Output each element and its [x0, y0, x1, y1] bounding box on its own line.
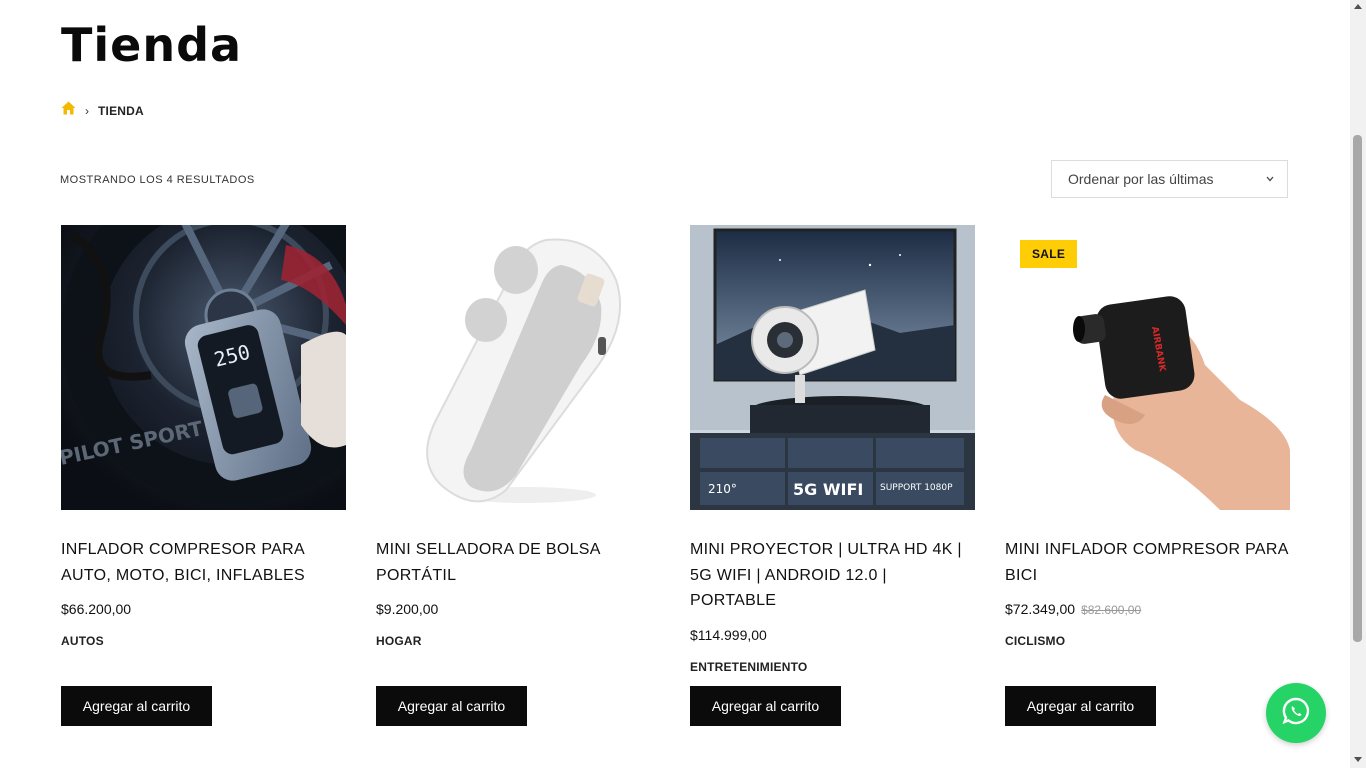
- product-price: $66.200,00: [61, 601, 346, 617]
- product-image-bag-sealer[interactable]: [376, 225, 661, 510]
- product-title[interactable]: MINI PROYECTOR | ULTRA HD 4K | 5G WIFI |…: [690, 537, 975, 614]
- product-card: MINI SELLADORA DE BOLSA PORTÁTIL $9.200,…: [376, 225, 661, 648]
- price-current: $66.200,00: [61, 601, 132, 617]
- product-category[interactable]: HOGAR: [376, 634, 661, 648]
- home-icon[interactable]: [61, 101, 76, 120]
- product-card: PILOT SPORT · MICHELIN 250 INFLADOR COMP…: [61, 225, 346, 648]
- product-price: $9.200,00: [376, 601, 661, 617]
- chevron-down-icon: [1265, 172, 1275, 189]
- breadcrumb-current: TIENDA: [98, 103, 144, 118]
- product-card: AIRBANK SALE MINI INFLADOR COMPRESOR PAR…: [1005, 225, 1290, 648]
- breadcrumb-separator: ›: [85, 103, 89, 118]
- product-category[interactable]: AUTOS: [61, 634, 346, 648]
- ordering-select[interactable]: Ordenar por las últimas: [1051, 160, 1288, 198]
- whatsapp-chat-button[interactable]: [1266, 683, 1326, 743]
- price-old: $82.600,00: [1081, 603, 1142, 617]
- product-title[interactable]: INFLADOR COMPRESOR PARA AUTO, MOTO, BICI…: [61, 537, 346, 588]
- add-to-cart-button[interactable]: Agregar al carrito: [690, 686, 841, 726]
- product-category[interactable]: ENTRETENIMIENTO: [690, 660, 975, 674]
- scrollbar-thumb[interactable]: [1353, 135, 1362, 642]
- price-current: $72.349,00: [1005, 601, 1076, 617]
- add-to-cart-button[interactable]: Agregar al carrito: [1005, 686, 1156, 726]
- product-image-projector[interactable]: 210° 5G WIFI SUPPORT 1080P: [690, 225, 975, 510]
- product-card: 210° 5G WIFI SUPPORT 1080P MINI PROYECTO…: [690, 225, 975, 674]
- product-price: $114.999,00: [690, 627, 975, 643]
- price-current: $9.200,00: [376, 601, 439, 617]
- shop-page: Tienda › TIENDA MOSTRANDO LOS 4 RESULTAD…: [0, 0, 1350, 768]
- scroll-up-icon[interactable]: [1354, 4, 1362, 9]
- product-title[interactable]: MINI INFLADOR COMPRESOR PARA BICI: [1005, 537, 1290, 588]
- product-title[interactable]: MINI SELLADORA DE BOLSA PORTÁTIL: [376, 537, 661, 588]
- ordering-selected-value: Ordenar por las últimas: [1068, 171, 1214, 187]
- whatsapp-icon: [1281, 696, 1311, 731]
- add-to-cart-button[interactable]: Agregar al carrito: [61, 686, 212, 726]
- product-price: $72.349,00 $82.600,00: [1005, 601, 1290, 617]
- add-to-cart-button[interactable]: Agregar al carrito: [376, 686, 527, 726]
- scroll-down-icon[interactable]: [1354, 757, 1362, 762]
- page-scrollbar[interactable]: [1350, 0, 1366, 768]
- breadcrumb: › TIENDA: [61, 101, 144, 120]
- price-current: $114.999,00: [690, 626, 767, 643]
- page-title: Tienda: [61, 18, 243, 72]
- product-image-mini-inflator[interactable]: AIRBANK SALE: [1005, 225, 1290, 510]
- sale-badge: SALE: [1020, 240, 1078, 268]
- result-count: MOSTRANDO LOS 4 RESULTADOS: [60, 174, 255, 186]
- projector-support-text: SUPPORT 1080P: [880, 483, 953, 493]
- projector-angle-text: 210°: [708, 482, 737, 496]
- projector-wifi-text: 5G WIFI: [793, 480, 863, 499]
- product-category[interactable]: CICLISMO: [1005, 634, 1290, 648]
- product-image-inflator[interactable]: PILOT SPORT · MICHELIN 250: [61, 225, 346, 510]
